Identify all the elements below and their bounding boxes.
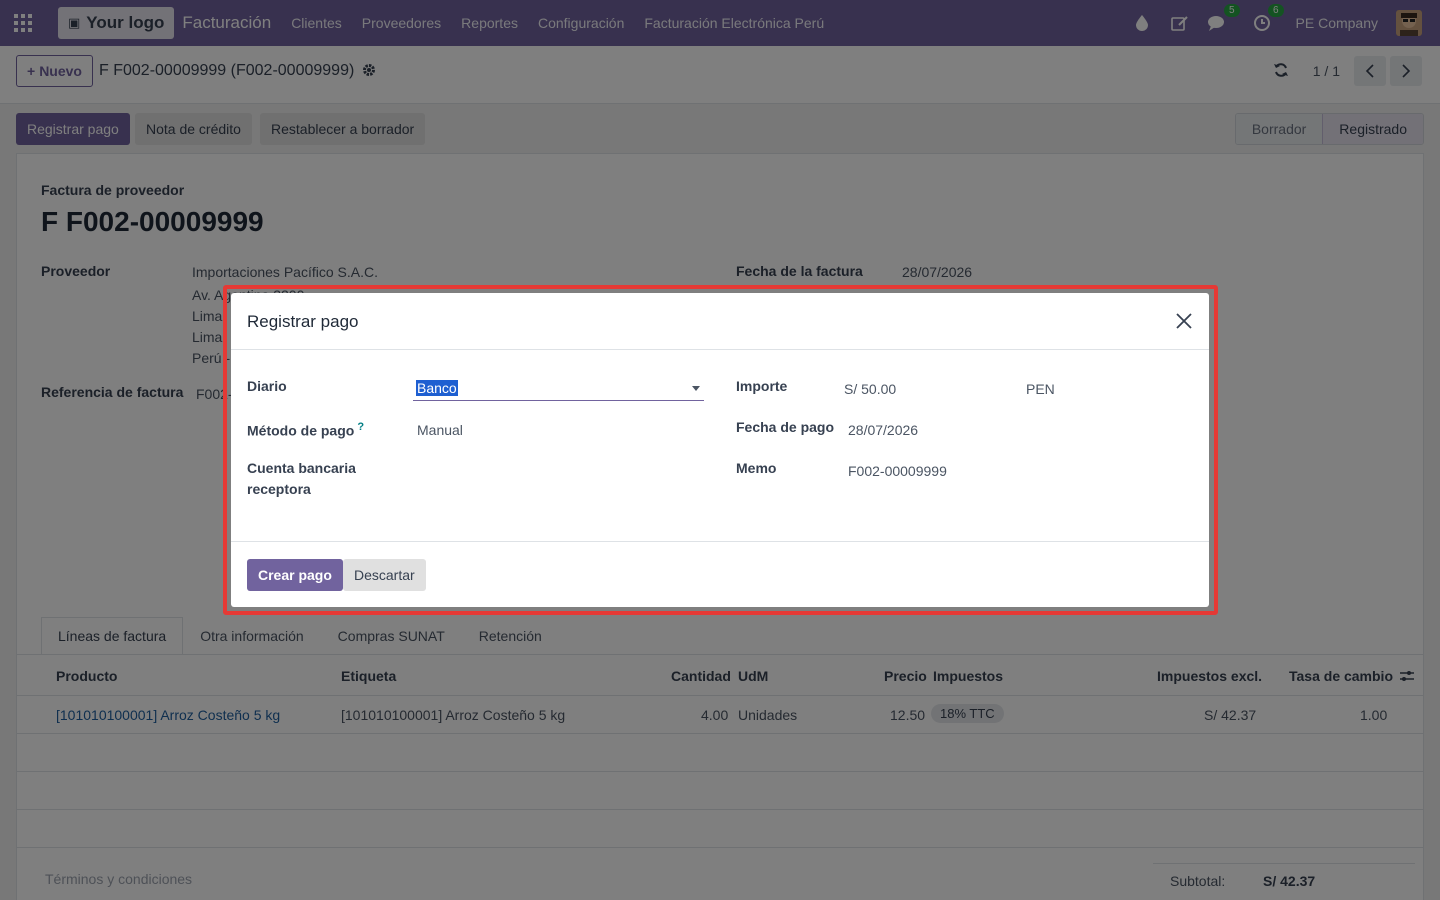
journal-select-value: Banco <box>416 380 458 396</box>
modal-title: Registrar pago <box>247 312 359 331</box>
modal-footer: Crear pago Descartar <box>231 541 1209 607</box>
journal-label: Diario <box>247 378 287 394</box>
memo-label: Memo <box>736 460 777 476</box>
payment-date-label: Fecha de pago <box>736 419 835 435</box>
memo-input[interactable]: F002-00009999 <box>848 463 947 479</box>
close-icon[interactable] <box>1173 310 1195 332</box>
payment-method-label: Método de pago? <box>247 421 365 439</box>
amount-input[interactable]: S/ 50.00 <box>844 381 896 397</box>
receiving-bank-account-field[interactable] <box>413 458 704 482</box>
amount-label: Importe <box>736 378 788 394</box>
help-tooltip-icon[interactable]: ? <box>357 421 364 433</box>
register-payment-dialog: Registrar pago Diario Banco Método de pa… <box>231 293 1209 607</box>
payment-method-value[interactable]: Manual <box>417 422 463 438</box>
journal-select[interactable]: Banco <box>413 377 704 401</box>
modal-header: Registrar pago <box>231 293 1209 350</box>
currency-select[interactable]: PEN <box>1026 381 1055 397</box>
caret-down-icon <box>692 386 700 391</box>
receiving-bank-account-label: Cuenta bancaria receptora <box>247 460 356 497</box>
payment-date-input[interactable]: 28/07/2026 <box>848 422 918 438</box>
create-payment-button[interactable]: Crear pago <box>247 559 343 591</box>
discard-button[interactable]: Descartar <box>343 559 426 591</box>
